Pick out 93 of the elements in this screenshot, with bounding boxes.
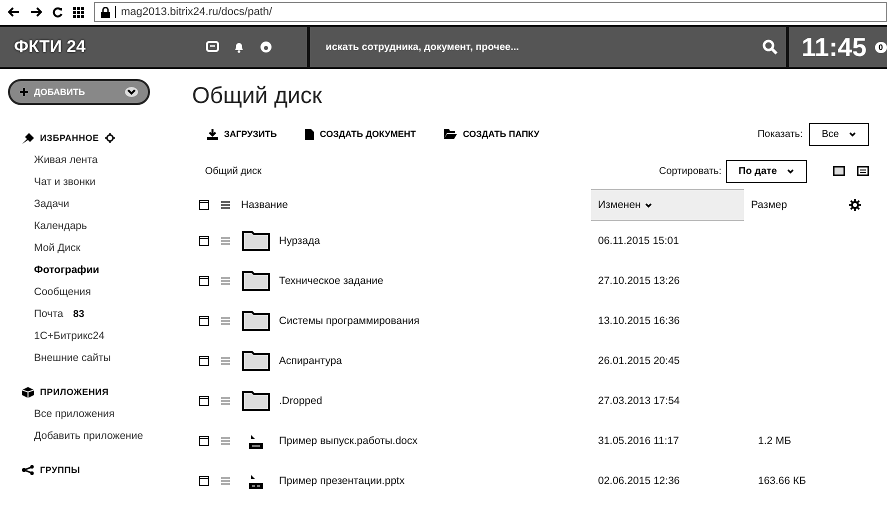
filter-dropdown[interactable]: Все xyxy=(808,122,869,146)
caret-icon xyxy=(787,168,794,174)
page-title: Общий диск xyxy=(191,81,323,109)
sidebar-item[interactable]: Сообщения xyxy=(34,286,91,298)
checkbox-icon[interactable] xyxy=(199,276,209,286)
checkbox-icon[interactable] xyxy=(199,436,209,446)
address-bar[interactable]: mag2013.bitrix24.ru/docs/path/ xyxy=(94,2,887,22)
menu-icon[interactable] xyxy=(221,317,230,325)
file-icon xyxy=(249,433,263,449)
grid-view-icon[interactable] xyxy=(833,166,845,176)
modified-date: 26.01.2015 20:45 xyxy=(597,355,681,367)
toolbar-button[interactable]: СОЗДАТЬ ПАПКУ xyxy=(444,129,540,139)
sidebar-item[interactable]: Почта xyxy=(34,308,64,320)
plus-icon xyxy=(20,88,28,96)
modified-date: 06.11.2015 15:01 xyxy=(597,235,680,247)
column-header[interactable]: Изменен xyxy=(591,189,744,221)
add-button[interactable]: ДОБАВИТЬ xyxy=(8,79,150,105)
sidebar-item[interactable]: Добавить приложение xyxy=(34,430,144,442)
folder-icon xyxy=(242,271,270,291)
file-name[interactable]: Пример презентации.pptx xyxy=(279,475,405,487)
modified-date: 31.05.2016 11:17 xyxy=(597,435,680,447)
cube-icon xyxy=(22,386,34,398)
pin-icon xyxy=(22,132,34,144)
sidebar-item[interactable]: Все приложения xyxy=(34,408,115,420)
forward-icon[interactable] xyxy=(30,7,42,17)
folder-icon xyxy=(242,231,270,251)
sidebar-item[interactable]: Мой Диск xyxy=(34,242,80,254)
list-view-icon[interactable] xyxy=(857,166,869,176)
section-title[interactable]: ГРУППЫ xyxy=(40,465,80,475)
sidebar-item[interactable]: Задачи xyxy=(34,198,70,210)
share-icon xyxy=(22,465,34,475)
file-name[interactable]: Системы программирования xyxy=(279,315,420,327)
toolbar-button[interactable]: СОЗДАТЬ ДОКУМЕНТ xyxy=(304,128,416,140)
menu-icon[interactable] xyxy=(221,237,230,245)
sidebar-item[interactable]: Фотографии xyxy=(34,264,100,276)
modified-date: 13.10.2015 16:36 xyxy=(597,315,681,327)
section-title[interactable]: ИЗБРАННОЕ xyxy=(40,133,99,143)
menu-icon[interactable] xyxy=(221,437,230,445)
file-size: 163.66 КБ xyxy=(758,475,806,487)
caret-icon[interactable] xyxy=(125,87,138,97)
upload-icon xyxy=(207,128,218,140)
file-name[interactable]: Аспирантура xyxy=(279,355,342,367)
menu-icon[interactable] xyxy=(221,277,230,285)
caret-icon xyxy=(849,132,856,136)
column-header[interactable]: Размер xyxy=(744,189,849,221)
file-name[interactable]: .Dropped xyxy=(279,395,322,407)
menu-icon[interactable] xyxy=(221,477,230,485)
column-header[interactable]: Название xyxy=(241,189,591,221)
document-icon xyxy=(304,128,314,140)
checkbox-icon[interactable] xyxy=(199,316,209,326)
checkbox-icon[interactable] xyxy=(199,356,209,366)
checkbox-icon[interactable] xyxy=(199,476,209,486)
sidebar-item[interactable]: Живая лента xyxy=(34,154,98,166)
folder-icon xyxy=(242,391,270,411)
sort-label: Сортировать: xyxy=(659,166,722,176)
chat-icon[interactable] xyxy=(206,41,219,53)
checkbox-icon[interactable] xyxy=(199,200,209,210)
folder-icon xyxy=(242,351,270,371)
sidebar-item[interactable]: 1С+Битрикс24 xyxy=(34,330,104,342)
section-title[interactable]: ПРИЛОЖЕНИЯ xyxy=(40,387,109,397)
apps-icon[interactable] xyxy=(73,6,84,18)
file-name[interactable]: Пример выпуск.работы.docx xyxy=(279,435,418,447)
checkbox-icon[interactable] xyxy=(199,396,209,406)
toolbar-button[interactable]: ЗАГРУЗИТЬ xyxy=(207,128,277,140)
search-icon[interactable] xyxy=(762,39,778,55)
menu-icon[interactable] xyxy=(221,201,230,209)
lock-icon xyxy=(101,6,110,18)
file-icon xyxy=(249,473,263,489)
settings-icon[interactable] xyxy=(849,199,861,211)
menu-icon[interactable] xyxy=(221,397,230,405)
sidebar-item[interactable]: Чат и звонки xyxy=(34,176,96,188)
counter-badge[interactable]: 0 xyxy=(874,42,887,52)
checkbox-icon[interactable] xyxy=(199,236,209,246)
folder-icon xyxy=(242,311,270,331)
modified-date: 27.03.2013 17:54 xyxy=(597,395,681,407)
breadcrumb[interactable]: Общий диск xyxy=(205,166,262,176)
modified-date: 02.06.2015 12:36 xyxy=(597,475,681,487)
file-name[interactable]: Нурзада xyxy=(279,235,320,247)
file-name[interactable]: Техническое задание xyxy=(279,275,384,287)
filter-label: Показать: xyxy=(757,128,803,140)
sort-dropdown[interactable]: По дате xyxy=(726,160,807,182)
file-size: 1.2 МБ xyxy=(758,435,792,447)
back-icon[interactable] xyxy=(8,7,20,17)
item-counter: 83 xyxy=(73,308,84,320)
clock: 11:45 xyxy=(801,32,867,62)
modified-date: 27.10.2015 13:26 xyxy=(597,275,681,287)
bell-icon[interactable] xyxy=(232,41,245,53)
sidebar-item[interactable]: Календарь xyxy=(34,220,87,232)
menu-icon[interactable] xyxy=(221,357,230,365)
folder-icon xyxy=(444,129,457,139)
reload-icon[interactable] xyxy=(52,6,63,18)
sidebar-item[interactable]: Внешние сайты xyxy=(34,352,111,364)
logo[interactable]: ФКТИ 24 xyxy=(14,37,86,57)
